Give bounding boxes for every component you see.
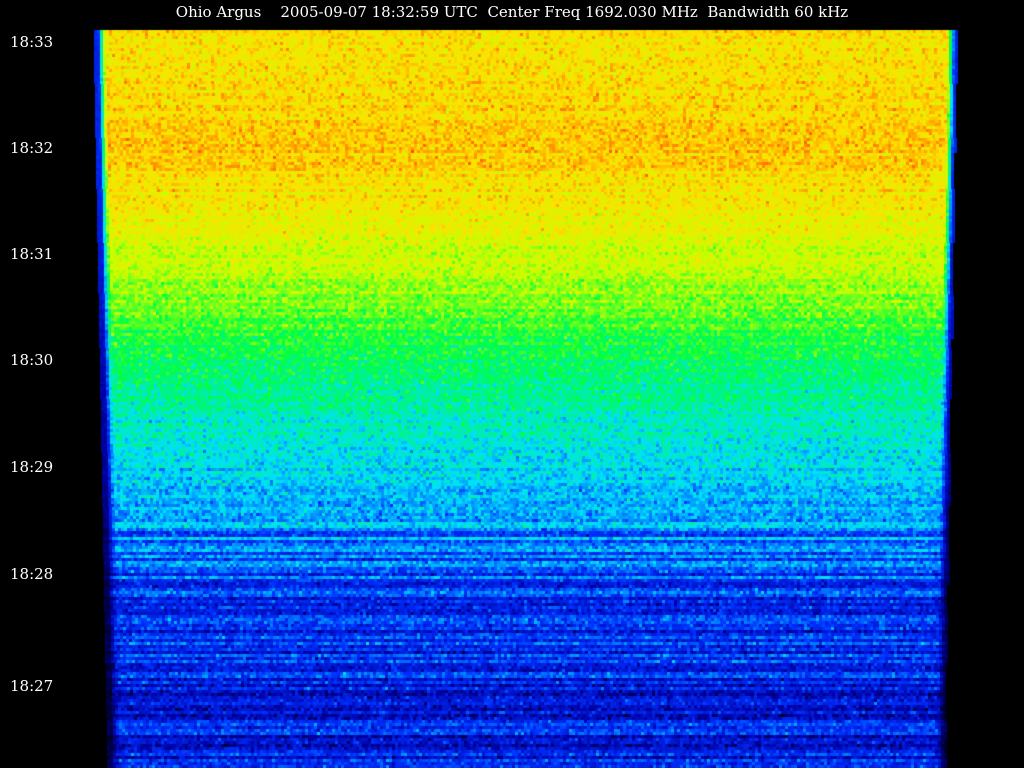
chart-title: Ohio Argus 2005-09-07 18:32:59 UTC Cente…: [0, 0, 1024, 26]
bandwidth: Bandwidth 60 kHz: [707, 3, 849, 21]
time-tick-label: 18:33: [10, 33, 54, 51]
time-tick-label: 18:32: [10, 139, 54, 157]
time-tick-label: 18:28: [10, 565, 54, 583]
waterfall-spectrogram: [0, 0, 1024, 768]
time-tick-label: 18:29: [10, 458, 54, 476]
timestamp: 2005-09-07 18:32:59 UTC: [280, 3, 478, 21]
time-tick-label: 18:30: [10, 351, 54, 369]
station-name: Ohio Argus: [175, 3, 262, 21]
time-tick-label: 18:31: [10, 245, 54, 263]
center-frequency: Center Freq 1692.030 MHz: [487, 3, 698, 21]
title-gap: [478, 3, 488, 21]
time-tick-label: 18:27: [10, 677, 54, 695]
title-gap: [698, 3, 708, 21]
spectrogram-app: Ohio Argus 2005-09-07 18:32:59 UTC Cente…: [0, 0, 1024, 768]
title-gap: [261, 3, 280, 21]
